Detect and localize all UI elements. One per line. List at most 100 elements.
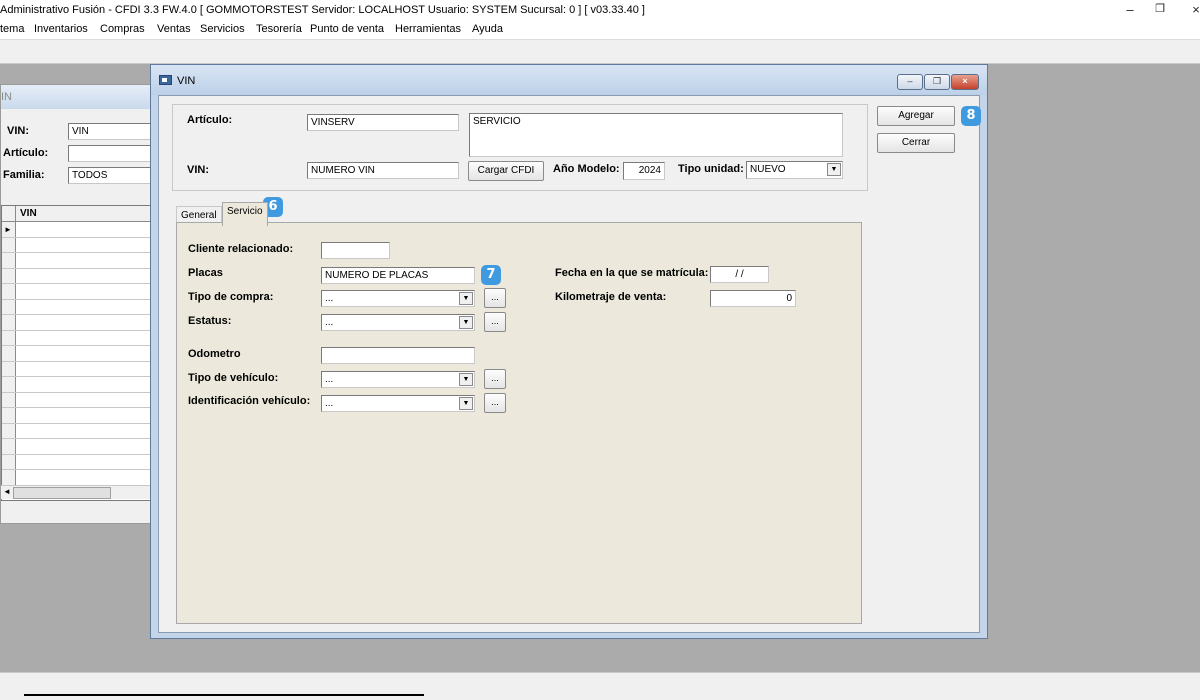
menu-item-punto-de-venta[interactable]: Punto de venta <box>310 23 384 35</box>
odometro-input[interactable] <box>321 347 475 364</box>
identificacion-vehiculo-value: ... <box>325 398 334 409</box>
menu-item-ayuda[interactable]: Ayuda <box>472 23 503 35</box>
app-title: Administrativo Fusión - CFDI 3.3 FW.4.0 … <box>0 4 645 16</box>
menu-item-compras[interactable]: Compras <box>100 23 145 35</box>
vin-dialog: VIN – ❐ × Artículo: VINSERV SERVICIO VIN… <box>150 64 988 639</box>
menu-item-ventas[interactable]: Ventas <box>157 23 191 35</box>
row-pointer-icon: ► <box>2 222 16 237</box>
fecha-matricula-input[interactable]: / / <box>710 266 769 283</box>
dialog-minimize-icon[interactable]: – <box>897 74 923 90</box>
grid-horizontal-scrollbar[interactable]: ◄ <box>1 485 153 499</box>
vin-filter-input[interactable]: VIN <box>68 123 163 140</box>
row-selector <box>2 377 16 392</box>
identificacion-vehiculo-select[interactable]: ... ▼ <box>321 395 475 412</box>
window-icon <box>159 75 172 85</box>
table-row[interactable] <box>2 377 154 393</box>
articulo-filter-input[interactable] <box>68 145 163 162</box>
table-row[interactable] <box>2 330 154 346</box>
cliente-relacionado-input[interactable] <box>321 242 390 259</box>
tab-servicio[interactable]: Servicio <box>222 202 268 226</box>
tipo-unidad-select[interactable]: NUEVO ▼ <box>746 161 843 179</box>
menu-item-sistema[interactable]: tema <box>0 23 24 35</box>
tipo-compra-value: ... <box>325 293 334 304</box>
agregar-button[interactable]: Agregar <box>877 106 955 126</box>
vin-grid-header: VIN <box>2 206 154 222</box>
close-icon[interactable]: × <box>1186 2 1200 17</box>
row-selector <box>2 392 16 407</box>
chevron-down-icon[interactable]: ▼ <box>459 373 473 386</box>
dialog-close-icon[interactable]: × <box>951 74 979 90</box>
menu-item-inventarios[interactable]: Inventarios <box>34 23 88 35</box>
row-selector <box>2 330 16 345</box>
menu-item-tesoreria[interactable]: Tesorería <box>256 23 302 35</box>
chevron-down-icon[interactable]: ▼ <box>827 163 841 176</box>
table-row[interactable] <box>2 253 154 269</box>
grid-column-vin[interactable]: VIN <box>20 208 37 219</box>
table-row[interactable] <box>2 268 154 284</box>
kilometraje-venta-input[interactable]: 0 <box>710 290 796 307</box>
tipo-vehiculo-select[interactable]: ... ▼ <box>321 371 475 388</box>
dialog-restore-icon[interactable]: ❐ <box>924 74 950 90</box>
familia-filter-input[interactable]: TODOS <box>68 167 163 184</box>
anio-modelo-input[interactable]: 2024 <box>623 162 665 180</box>
chevron-down-icon[interactable]: ▼ <box>459 316 473 329</box>
cargar-cfdi-button[interactable]: Cargar CFDI <box>468 161 544 181</box>
app-titlebar: Administrativo Fusión - CFDI 3.3 FW.4.0 … <box>0 0 1200 20</box>
vin-list-window: IN VIN: VIN Artículo: Familia: TODOS VIN… <box>0 84 163 524</box>
tipo-unidad-value: NUEVO <box>750 164 786 175</box>
tipo-unidad-label: Tipo unidad: <box>678 163 744 175</box>
identificacion-vehiculo-browse-button[interactable]: ... <box>484 393 506 413</box>
restore-icon[interactable]: ❐ <box>1150 2 1170 15</box>
chevron-down-icon[interactable]: ▼ <box>459 397 473 410</box>
table-row[interactable] <box>2 408 154 424</box>
scroll-thumb[interactable] <box>13 487 111 499</box>
table-row[interactable] <box>2 470 154 486</box>
table-row[interactable] <box>2 299 154 315</box>
estatus-browse-button[interactable]: ... <box>484 312 506 332</box>
tipo-compra-select[interactable]: ... ▼ <box>321 290 475 307</box>
table-row[interactable] <box>2 237 154 253</box>
scroll-left-icon[interactable]: ◄ <box>3 487 11 496</box>
table-row[interactable] <box>2 423 154 439</box>
table-row[interactable] <box>2 284 154 300</box>
estatus-value: ... <box>325 317 334 328</box>
articulo-description-field[interactable]: SERVICIO <box>469 113 843 157</box>
table-row[interactable]: ► <box>2 222 154 238</box>
table-row[interactable] <box>2 439 154 455</box>
articulo-filter-label: Artículo: <box>3 147 49 159</box>
row-selector <box>2 284 16 299</box>
table-row[interactable] <box>2 454 154 470</box>
cerrar-button[interactable]: Cerrar <box>877 133 955 153</box>
menu-item-servicios[interactable]: Servicios <box>200 23 245 35</box>
grid-selector-header <box>2 206 16 222</box>
minimize-icon[interactable]: – <box>1120 2 1140 17</box>
row-selector <box>2 470 16 485</box>
table-row[interactable] <box>2 346 154 362</box>
placas-input[interactable]: NUMERO DE PLACAS <box>321 267 475 284</box>
identificacion-vehiculo-label: Identificación vehículo: <box>188 395 311 407</box>
row-selector <box>2 253 16 268</box>
chevron-down-icon[interactable]: ▼ <box>459 292 473 305</box>
vin-grid[interactable]: VIN ► <box>1 205 154 501</box>
tipo-compra-label: Tipo de compra: <box>188 291 274 303</box>
familia-filter-label: Familia: <box>3 169 45 181</box>
tipo-vehiculo-value: ... <box>325 374 334 385</box>
vin-input[interactable]: NUMERO VIN <box>307 162 459 179</box>
anio-modelo-label: Año Modelo: <box>553 163 620 175</box>
row-selector <box>2 439 16 454</box>
vin-dialog-titlebar[interactable]: VIN – ❐ × <box>151 65 987 95</box>
articulo-code-input[interactable]: VINSERV <box>307 114 459 131</box>
table-row[interactable] <box>2 361 154 377</box>
vin-dialog-title: VIN <box>177 75 196 87</box>
tipo-vehiculo-browse-button[interactable]: ... <box>484 369 506 389</box>
servicio-tab-panel: Cliente relacionado: Placas NUMERO DE PL… <box>176 222 862 624</box>
row-selector <box>2 299 16 314</box>
menu-bar: tema Inventarios Compras Ventas Servicio… <box>0 20 1200 40</box>
vin-filter-label: VIN: <box>7 125 29 137</box>
estatus-select[interactable]: ... ▼ <box>321 314 475 331</box>
menu-item-herramientas[interactable]: Herramientas <box>395 23 461 35</box>
row-selector <box>2 454 16 469</box>
tipo-compra-browse-button[interactable]: ... <box>484 288 506 308</box>
table-row[interactable] <box>2 392 154 408</box>
table-row[interactable] <box>2 315 154 331</box>
